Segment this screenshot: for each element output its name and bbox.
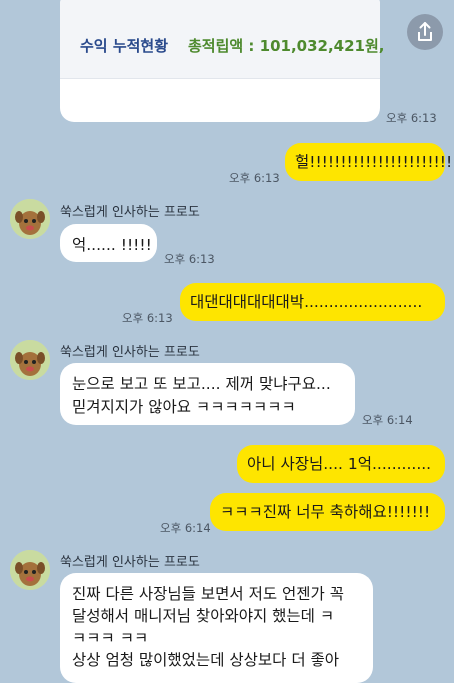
message-timestamp: 오후 6:13 [164, 252, 215, 266]
message-text: 억...... !!!!! [72, 236, 152, 254]
my-message-bubble[interactable]: 아니 사장님.... 1억............ [237, 445, 445, 483]
frodo-avatar [10, 340, 50, 380]
message-text-line: 눈으로 보고 또 보고.... 제꺼 맞냐구요... [72, 375, 331, 393]
message-text-line: 상상 엄청 많이했었는데 상상보다 더 좋아 [72, 651, 340, 669]
my-message-bubble[interactable]: 대댄대대대대대박........................ [180, 283, 445, 321]
sender-name: 쑥스럽게 인사하는 프로도 [60, 345, 200, 360]
other-message-bubble[interactable]: 진짜 다른 사장님들 보면서 저도 언젠가 꼭 달성해서 매니저님 찾아와야지 … [60, 573, 373, 683]
message-timestamp: 오후 6:14 [160, 521, 211, 535]
sender-avatar[interactable] [10, 340, 50, 380]
card-earnings-label: 수익 누적현황 [80, 37, 169, 55]
message-text: 대댄대대대대대박........................ [190, 293, 423, 311]
sender-name: 쑥스럽게 인사하는 프로도 [60, 555, 200, 570]
sender-name: 쑥스럽게 인사하는 프로도 [60, 205, 200, 220]
message-text-line: ㅋㅋㅋ ㅋㅋ [72, 629, 149, 647]
message-text-line: 진짜 다른 사장님들 보면서 저도 언젠가 꼭 [72, 585, 344, 603]
share-icon [418, 22, 432, 41]
card-total-amount: 총적립액 : 101,032,421원, [188, 37, 385, 55]
other-message-bubble[interactable]: 억...... !!!!! [60, 224, 157, 262]
sender-avatar[interactable] [10, 199, 50, 239]
other-message-bubble[interactable]: 눈으로 보고 또 보고.... 제꺼 맞냐구요... 믿겨지지가 않아요 ㅋㅋㅋ… [60, 363, 355, 425]
message-text-line: 믿겨지지가 않아요 ㅋㅋㅋㅋㅋㅋㅋ [72, 398, 296, 416]
share-button[interactable] [407, 14, 443, 50]
message-timestamp: 오후 6:13 [229, 171, 280, 185]
message-timestamp: 오후 6:13 [122, 311, 173, 325]
message-text-line: 달성해서 매니저님 찾아와야지 했는데 ㅋ [72, 607, 335, 625]
my-message-bubble[interactable]: 헐!!!!!!!!!!!!!!!!!!!!!!!! [285, 143, 454, 181]
my-message-bubble[interactable]: ㅋㅋㅋ진짜 너무 축하해요!!!!!!! [210, 493, 445, 531]
message-text: 아니 사장님.... 1억............ [247, 455, 432, 473]
message-timestamp: 오후 6:13 [386, 111, 437, 125]
message-timestamp: 오후 6:14 [362, 413, 413, 427]
frodo-avatar [10, 199, 50, 239]
message-text: ㅋㅋㅋ진짜 너무 축하해요!!!!!!! [220, 503, 431, 521]
sender-avatar[interactable] [10, 550, 50, 590]
message-text: 헐!!!!!!!!!!!!!!!!!!!!!!!! [295, 153, 454, 171]
frodo-avatar [10, 550, 50, 590]
